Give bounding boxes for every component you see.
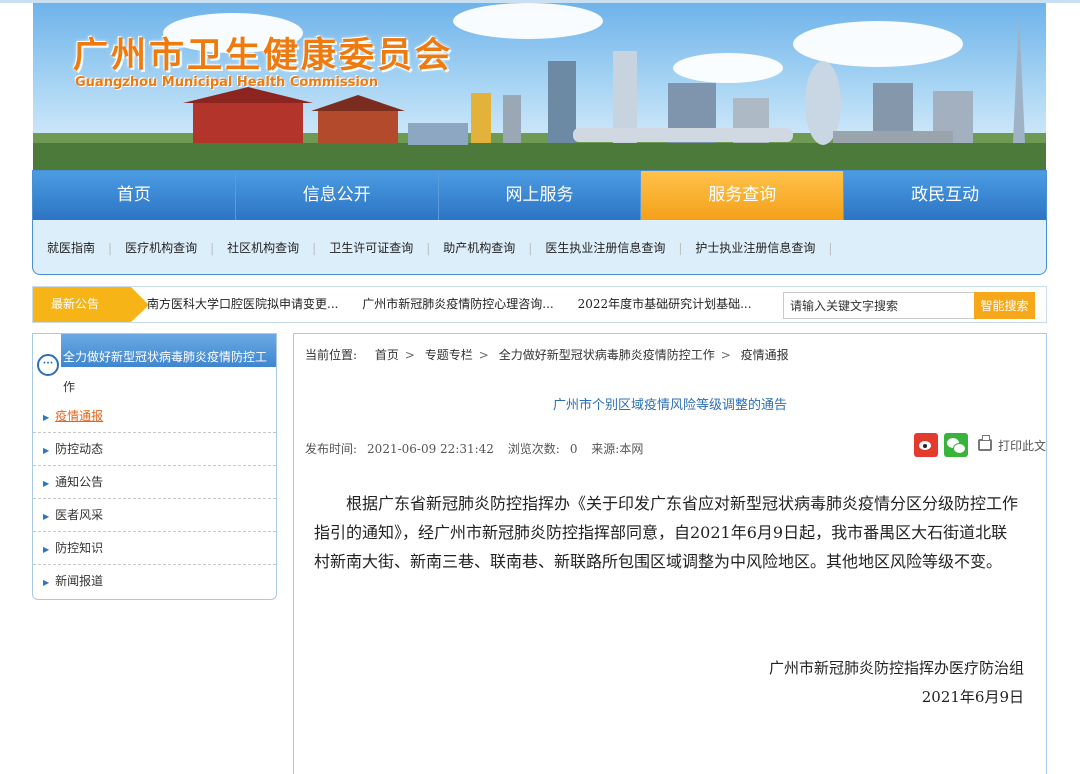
wechat-icon[interactable] [944, 433, 968, 457]
search-input[interactable] [783, 292, 975, 319]
sidebar-item-label: 防控知识 [55, 541, 104, 555]
divider: | [312, 240, 317, 255]
triangle-right-icon: ▶ [43, 512, 50, 521]
subnav-medical-guide[interactable]: 就医指南 [47, 239, 108, 256]
sidebar-list: ▶ 疫情通报 ▶ 防控动态 ▶ 通知公告 ▶ 医者风采 ▶ 防控知识 ▶ 新闻报道 [33, 400, 276, 598]
source-label: 来源: [591, 442, 620, 456]
sidebar-heading-line1: 全力做好新型冠状病毒肺炎疫情防控工 [63, 350, 268, 364]
subnav-doctor-registration-query[interactable]: 医生执业注册信息查询 [545, 239, 678, 256]
chevron-right-icon: > [478, 348, 489, 362]
breadcrumb-epidemic-report[interactable]: 疫情通报 [741, 348, 789, 362]
breadcrumb-epidemic-topic[interactable]: 全力做好新型冠状病毒肺炎疫情防控工作 [499, 348, 715, 362]
article-signature: 广州市新冠肺炎防控指挥办医疗防治组 [768, 659, 1024, 677]
article-body: 根据广东省新冠肺炎防控指挥办《关于印发广东省应对新型冠状病毒肺炎疫情分区分级防控… [314, 494, 1019, 571]
divider: | [210, 240, 215, 255]
subnav-community-institution-query[interactable]: 社区机构查询 [227, 239, 312, 256]
breadcrumb-special-topics[interactable]: 专题专栏 [425, 348, 473, 362]
printer-icon[interactable] [978, 435, 992, 451]
triangle-right-icon: ▶ [43, 578, 50, 587]
sidebar-heading: ··· 全力做好新型冠状病毒肺炎疫情防控工 作 [33, 334, 276, 396]
sidebar-item-label: 防控动态 [55, 442, 104, 456]
main-nav: 首页 信息公开 网上服务 服务查询 政民互动 [33, 171, 1046, 220]
notice-tag: 最新公告 [33, 287, 149, 322]
sub-nav: 就医指南 | 医疗机构查询 | 社区机构查询 | 卫生许可证查询 | 助产机构查询 | 医… [33, 220, 1046, 274]
article-meta: 发布时间: 2021-06-09 22:31:42 浏览次数: 0 来源:本网 [305, 440, 653, 457]
subnav-health-permit-query[interactable]: 卫生许可证查询 [329, 239, 426, 256]
subnav-midwifery-query[interactable]: 助产机构查询 [443, 239, 528, 256]
subnav-nurse-registration-query[interactable]: 护士执业注册信息查询 [695, 239, 828, 256]
breadcrumb-home[interactable]: 首页 [375, 348, 399, 362]
divider: | [108, 240, 113, 255]
nav-info-disclosure[interactable]: 信息公开 [236, 171, 439, 220]
print-link[interactable]: 打印此文 [998, 437, 1046, 454]
sidebar-item-label: 疫情通报 [55, 409, 104, 423]
sidebar-item-prevention-updates[interactable]: ▶ 防控动态 [33, 433, 276, 466]
divider: | [528, 240, 533, 255]
navigation: 首页 信息公开 网上服务 服务查询 政民互动 就医指南 | 医疗机构查询 | 社区机… [32, 170, 1047, 275]
share-tools: 打印此文 [914, 432, 1046, 458]
chat-bubble-icon: ··· [37, 354, 59, 376]
sidebar-item-medical-staff[interactable]: ▶ 医者风采 [33, 499, 276, 532]
sidebar-item-news-reports[interactable]: ▶ 新闻报道 [33, 565, 276, 598]
sidebar-item-announcements[interactable]: ▶ 通知公告 [33, 466, 276, 499]
triangle-right-icon: ▶ [43, 413, 50, 422]
notice-item[interactable]: 2022年度市基础研究计划基础... [578, 297, 752, 311]
publish-time: 2021-06-09 22:31:42 [367, 442, 494, 456]
triangle-right-icon: ▶ [43, 545, 50, 554]
site-title-english: Guangzhou Municipal Health Commission [75, 75, 378, 90]
article-title: 广州市个别区域疫情风险等级调整的通告 [552, 398, 787, 413]
sidebar-heading-line2: 作 [63, 380, 76, 394]
article-signature-block: 广州市新冠肺炎防控指挥办医疗防治组 2021年6月9日 [769, 654, 1024, 712]
publish-label: 发布时间: [305, 442, 358, 456]
sidebar-item-label: 新闻报道 [55, 574, 104, 588]
notice-item[interactable]: 南方医科大学口腔医院拟申请变更... [147, 297, 338, 311]
notice-list: 南方医科大学口腔医院拟申请变更... 广州市新冠肺炎疫情防控心理咨询... 20… [147, 287, 772, 322]
breadcrumb: 当前位置: 首页 > 专题专栏 > 全力做好新型冠状病毒肺炎疫情防控工作 > 疫情通报 [305, 346, 789, 363]
breadcrumb-label: 当前位置: [305, 348, 358, 362]
views-label: 浏览次数: [507, 442, 560, 456]
sidebar-item-label: 医者风采 [55, 508, 104, 522]
chevron-right-icon: > [720, 348, 731, 362]
divider: | [678, 240, 683, 255]
sidebar-item-epidemic-report[interactable]: ▶ 疫情通报 [33, 400, 276, 433]
divider: | [828, 240, 833, 255]
triangle-right-icon: ▶ [43, 446, 50, 455]
site-title: 广州市卫生健康委员会 [73, 36, 454, 76]
sidebar-heading-text[interactable]: 全力做好新型冠状病毒肺炎疫情防控工 作 [63, 342, 273, 402]
sidebar: ··· 全力做好新型冠状病毒肺炎疫情防控工 作 ▶ 疫情通报 ▶ 防控动态 ▶ 通知公… [32, 333, 277, 600]
article-date: 2021年6月9日 [921, 688, 1024, 706]
chevron-right-icon: > [404, 348, 415, 362]
sidebar-item-label: 通知公告 [55, 475, 104, 489]
views-count: 0 [569, 442, 578, 456]
subnav-medical-institution-query[interactable]: 医疗机构查询 [125, 239, 210, 256]
weibo-icon[interactable] [914, 433, 938, 457]
latest-notice-bar: 最新公告 南方医科大学口腔医院拟申请变更... 广州市新冠肺炎疫情防控心理咨询.… [32, 286, 1047, 323]
divider: | [426, 240, 431, 255]
sidebar-item-prevention-knowledge[interactable]: ▶ 防控知识 [33, 532, 276, 565]
notice-item[interactable]: 广州市新冠肺炎疫情防控心理咨询... [362, 297, 553, 311]
smart-search-button[interactable]: 智能搜索 [974, 292, 1035, 319]
nav-home[interactable]: 首页 [33, 171, 236, 220]
nav-service-query[interactable]: 服务查询 [641, 171, 845, 220]
header-banner: 广州市卫生健康委员会 Guangzhou Municipal Health Co… [33, 3, 1046, 170]
triangle-right-icon: ▶ [43, 479, 50, 488]
source-value: 本网 [619, 442, 644, 456]
nav-public-interaction[interactable]: 政民互动 [844, 171, 1046, 220]
article-panel: 当前位置: 首页 > 专题专栏 > 全力做好新型冠状病毒肺炎疫情防控工作 > 疫情通报… [293, 333, 1047, 774]
nav-online-services[interactable]: 网上服务 [439, 171, 642, 220]
